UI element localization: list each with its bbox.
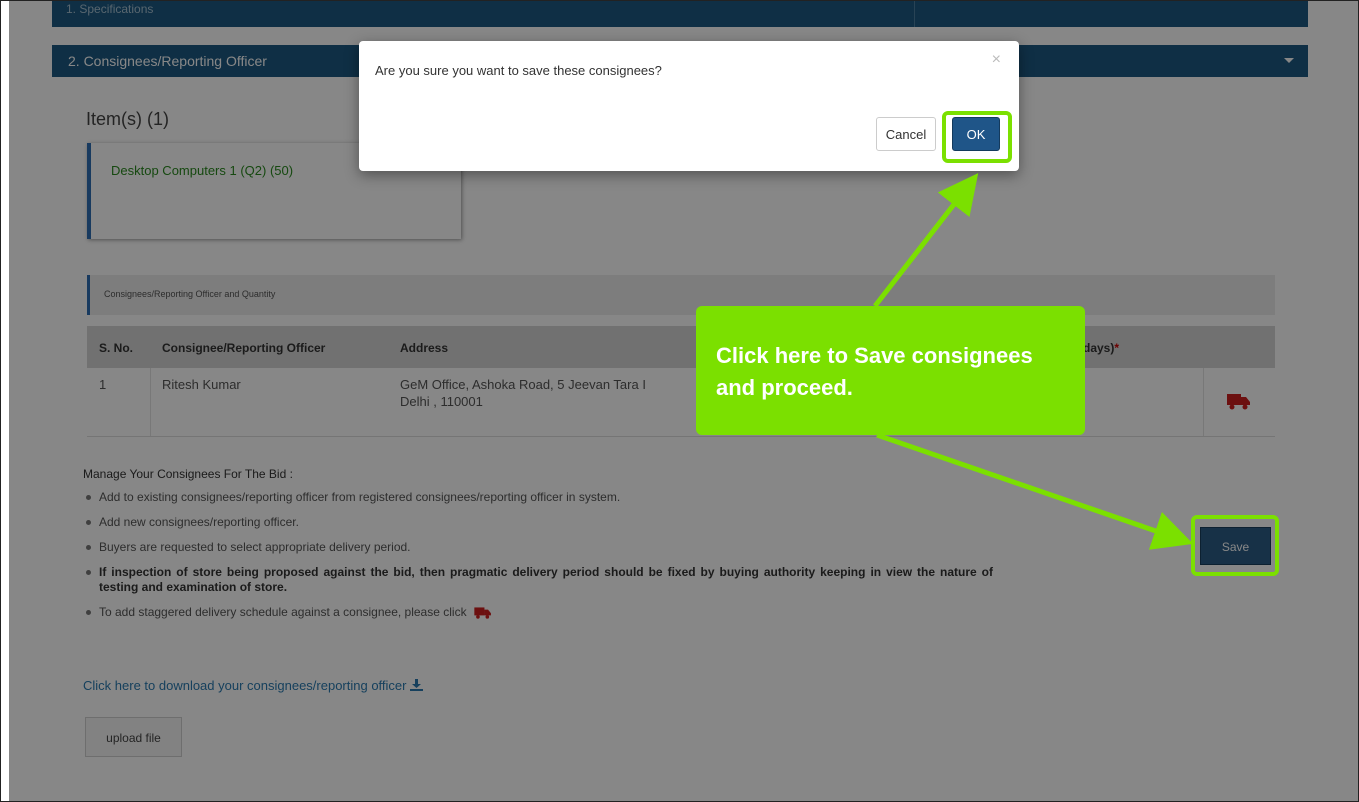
arrow-to-ok [873, 173, 979, 308]
callout-text: Click here to Save consignees and procee… [716, 343, 1033, 400]
instruction-callout: Click here to Save consignees and procee… [696, 306, 1085, 435]
page: 1. Specifications 2. Consignees/Reportin… [9, 1, 1358, 801]
annotation-arrows [873, 173, 1194, 550]
screenshot-frame: 1. Specifications 2. Consignees/Reportin… [0, 0, 1359, 802]
arrow-to-save [876, 432, 1194, 550]
